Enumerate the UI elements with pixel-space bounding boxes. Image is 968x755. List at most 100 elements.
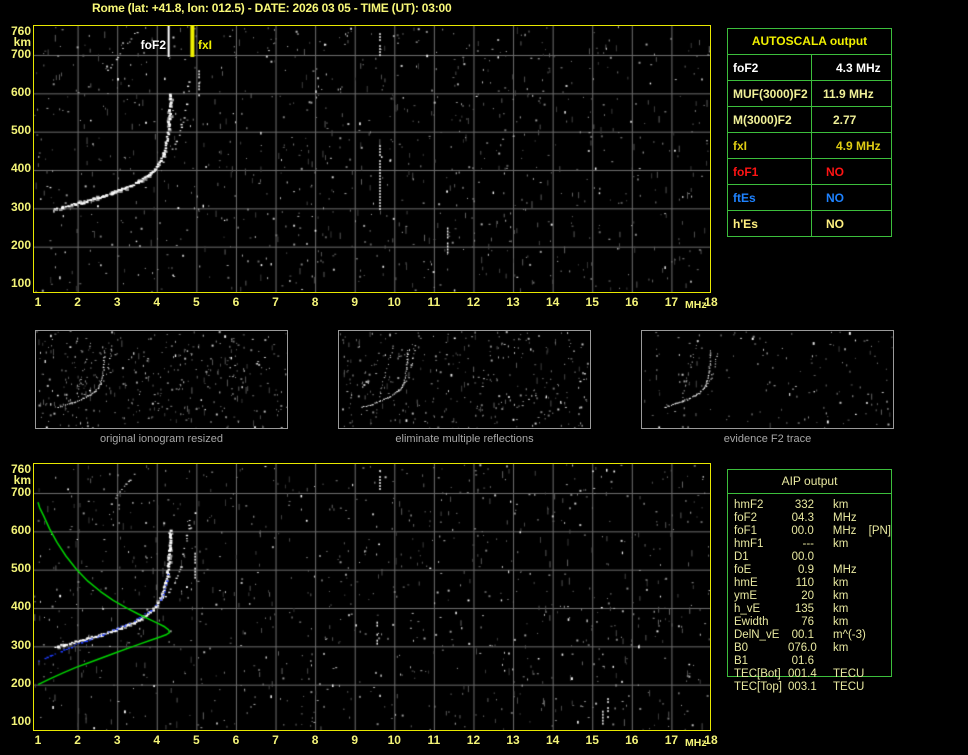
y-axis-unit-label: km — [13, 472, 31, 487]
y-axis-tick: 300 — [10, 637, 31, 652]
thumbnail-original-ionogram — [35, 330, 288, 429]
x-axis-tick: 13 — [506, 295, 520, 309]
x-axis-tick: 1 — [34, 295, 42, 309]
x-axis-tick: 9 — [351, 295, 359, 309]
y-axis-tick: 600 — [10, 84, 31, 99]
aip-row-label: hmF1 — [734, 538, 764, 550]
autoscala-row-label: M(3000)F2 — [728, 107, 812, 132]
aip-row-value: 0.9 — [798, 564, 814, 576]
y-axis-tick: 200 — [10, 676, 31, 691]
aip-row-note: [PN] — [868, 525, 892, 537]
aip-table-row: TEC[Top] 003.1 TECU — [734, 681, 891, 694]
aip-table-row: TEC[Bot] 001.4 TECU — [734, 668, 891, 681]
aip-row-value: --- — [802, 538, 815, 550]
aip-row-label: DelN_vE — [734, 629, 780, 641]
thumbnail-original-ionogram-canvas — [36, 331, 287, 428]
thumbnail-caption-evidence-f2: evidence F2 trace — [723, 433, 812, 445]
aip-table-row: hmE 110 km — [734, 577, 891, 590]
aip-row-unit: MHz — [833, 512, 857, 524]
top-ionogram-canvas — [34, 26, 710, 292]
x-axis-tick: 3 — [113, 733, 121, 747]
autoscala-row-value: 4.3 MHz — [836, 60, 881, 75]
x-axis-tick: 14 — [545, 295, 560, 309]
aip-table-row: hmF1 --- km — [734, 538, 891, 551]
autoscala-row-label: h'Es — [728, 211, 812, 236]
y-axis-tick: 400 — [10, 161, 31, 176]
aip-row-unit: m^(-3) — [833, 629, 866, 641]
profile-ionogram-canvas — [34, 464, 710, 730]
aip-table-row: foF2 04.3 MHz — [734, 512, 891, 525]
aip-row-label: ymE — [734, 590, 757, 602]
autoscala-table-row: MUF(3000)F2 11.9 MHz — [728, 81, 891, 107]
aip-row-value: 01.6 — [791, 655, 814, 667]
x-axis-unit-label: MHz — [685, 737, 707, 749]
aip-row-unit: MHz — [833, 564, 857, 576]
aip-row-value: 00.1 — [791, 629, 814, 641]
x-axis-tick: 6 — [232, 295, 240, 309]
y-axis-tick: 400 — [10, 599, 31, 614]
autoscala-table-row: foF1 NO — [728, 159, 891, 185]
x-axis-tick: 5 — [193, 733, 200, 747]
aip-row-label: D1 — [734, 551, 749, 563]
aip-row-unit: TECU — [833, 668, 865, 680]
autoscala-table-row: fxI 4.9 MHz — [728, 133, 891, 159]
aip-table-row: h_vE 135 km — [734, 603, 891, 616]
aip-row-label: TEC[Bot] — [734, 668, 781, 680]
x-axis-tick: 14 — [545, 733, 560, 747]
autoscala-row-value: NO — [826, 190, 844, 205]
aip-row-unit — [833, 655, 867, 668]
x-axis-tick: 7 — [272, 295, 279, 309]
autoscala-row-label: MUF(3000)F2 — [728, 81, 812, 106]
y-axis-tick: 500 — [10, 123, 31, 138]
autoscala-table-row: ftEs NO — [728, 185, 891, 211]
autoscala-row-label: fxI — [728, 133, 812, 158]
aip-row-value: 076.0 — [788, 642, 817, 654]
x-axis-tick: 2 — [74, 295, 81, 309]
station-date-time-title: Rome (lat: +41.8, lon: 012.5) - DATE: 20… — [92, 1, 452, 15]
aip-table-row: foF1 00.0 MHz [PN] — [734, 525, 891, 538]
thumbnail-evidence-f2-trace — [641, 330, 894, 429]
x-axis-tick: 16 — [625, 295, 639, 309]
profile-ionogram-frame — [33, 463, 711, 731]
aip-row-unit: km — [833, 577, 849, 589]
x-axis-tick: 2 — [74, 733, 81, 747]
aip-table-row: DelN_vE 00.1 m^(-3) — [734, 629, 891, 642]
autoscala-row-value: 2.77 — [833, 112, 857, 127]
aip-row-value: 110 — [795, 577, 814, 589]
aip-row-label: foF2 — [734, 512, 758, 524]
aip-table-rows: hmF2 332 km foF2 04.3 MHz foF1 00.0 MHz [PN] hmF1 -… — [728, 494, 891, 694]
autoscala-row-value: NO — [826, 216, 844, 231]
aip-row-label: hmE — [734, 577, 758, 589]
x-axis-tick: 1 — [34, 733, 42, 747]
aip-row-unit: km — [833, 603, 849, 615]
aip-table-row: B0 076.0 km — [734, 642, 891, 655]
x-axis-tick: 7 — [272, 733, 279, 747]
x-axis-tick: 9 — [351, 733, 359, 747]
aip-row-unit — [833, 551, 867, 564]
x-axis-tick: 13 — [506, 733, 520, 747]
aip-table-row: hmF2 332 km — [734, 499, 891, 512]
x-axis-tick: 16 — [625, 733, 639, 747]
thumbnail-eliminate-reflections-canvas — [339, 331, 590, 428]
autoscala-table-title: AUTOSCALA output — [728, 29, 891, 55]
x-axis-tick: 12 — [466, 733, 481, 747]
y-axis-unit-label: km — [13, 34, 31, 49]
aip-row-label: Ewidth — [734, 616, 769, 628]
x-axis-tick: 3 — [113, 295, 121, 309]
aip-row-label: B0 — [734, 642, 749, 654]
thumbnail-caption-original: original ionogram resized — [100, 433, 223, 445]
aip-row-value: 135 — [794, 603, 814, 615]
aip-table-row: D1 00.0 — [734, 551, 891, 564]
aip-row-unit: km — [833, 538, 849, 550]
aip-row-unit: km — [833, 590, 849, 602]
x-axis-tick: 11 — [427, 733, 441, 747]
x-axis-tick: 6 — [232, 733, 240, 747]
aip-table-row: B1 01.6 — [734, 655, 891, 668]
y-axis-tick: 700 — [10, 484, 31, 499]
x-axis-tick: 4 — [153, 295, 161, 309]
x-axis-tick: 11 — [427, 295, 441, 309]
aip-row-unit: MHz — [832, 525, 857, 537]
aip-row-value: 00.0 — [791, 525, 814, 537]
autoscala-row-value: 4.9 MHz — [836, 138, 881, 153]
autoscala-row-value: 11.9 MHz — [823, 86, 874, 101]
